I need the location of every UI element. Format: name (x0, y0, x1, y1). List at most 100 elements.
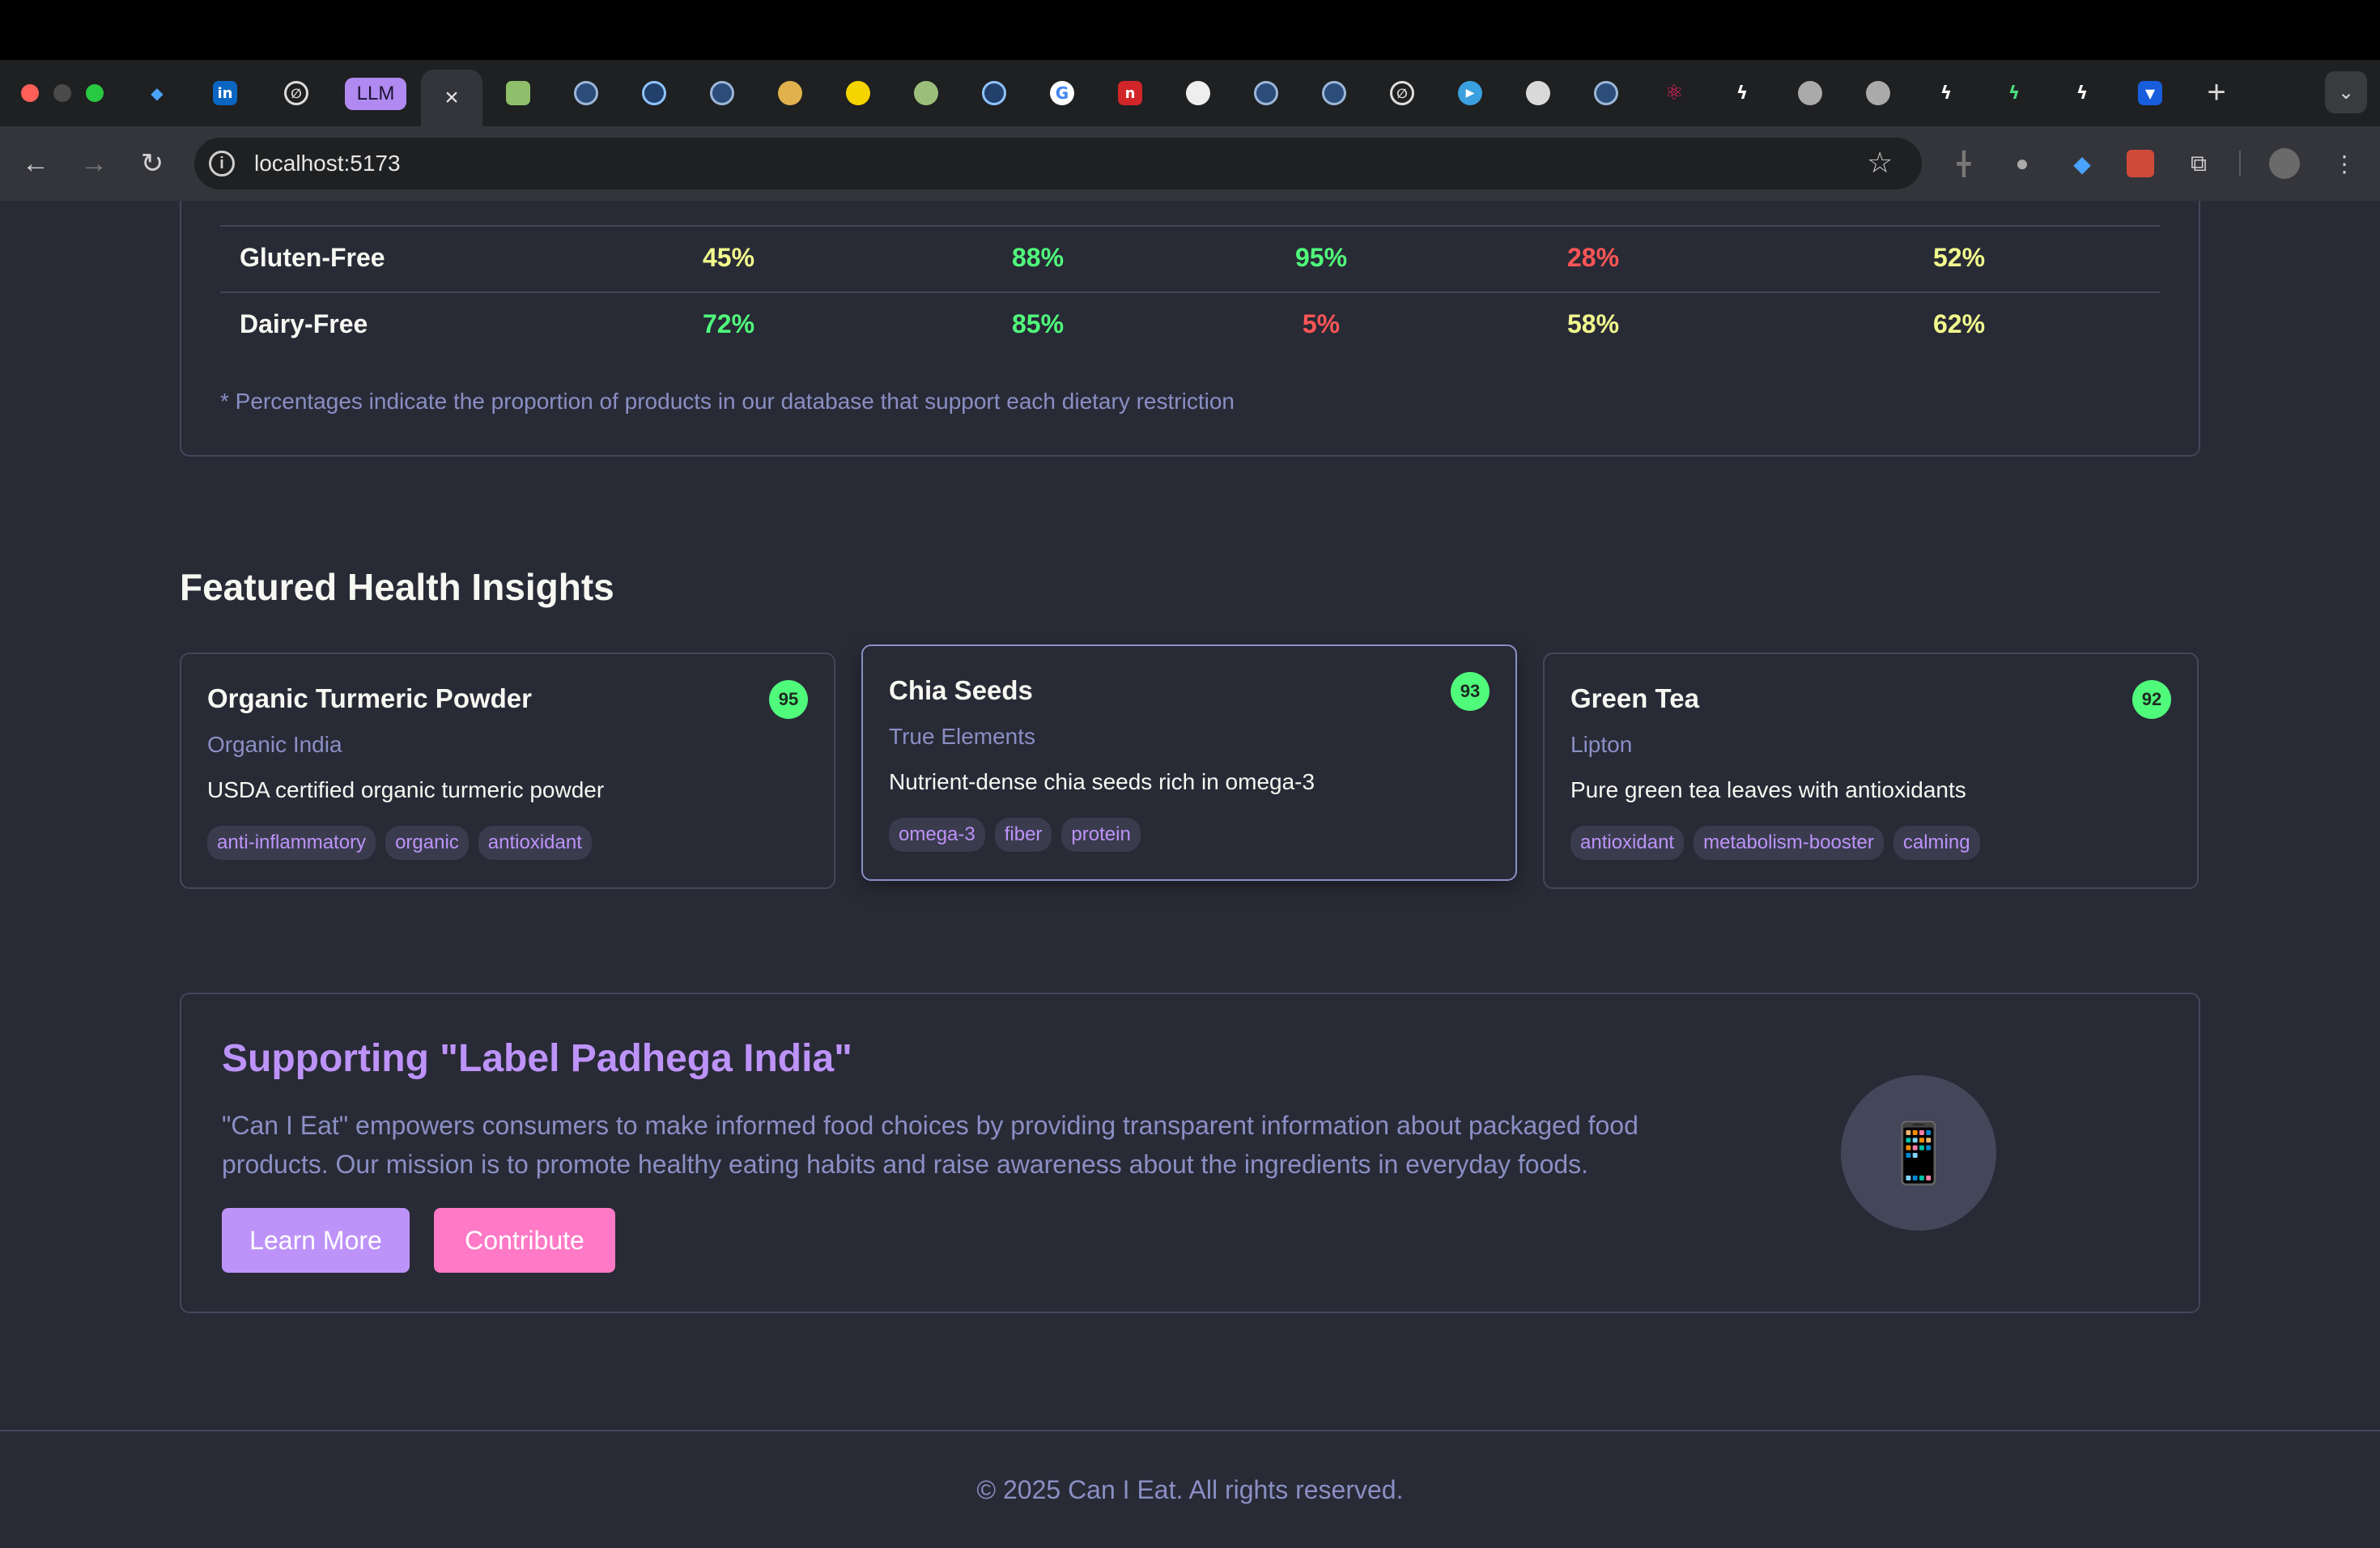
product-brand: True Elements (889, 724, 1036, 749)
globe-icon (1798, 81, 1822, 105)
diet-percentage: 58% (1566, 309, 1620, 338)
flower-icon (778, 81, 802, 105)
product-description: Pure green tea leaves with antioxidants (1570, 777, 1966, 802)
tab-globe-1[interactable] (1776, 74, 1844, 112)
minimize-window-button[interactable] (53, 84, 71, 102)
tab-loop-2[interactable]: ∅ (1368, 74, 1436, 112)
product-name: Organic Turmeric Powder (207, 683, 532, 713)
reload-button[interactable]: ↻ (133, 144, 172, 183)
tab-avatar-2[interactable] (688, 74, 756, 112)
table-row: Dairy-Free 72% 85% 5% 58% 62% (220, 291, 2160, 358)
image-icon (506, 81, 530, 105)
diet-percentage: 62% (1932, 309, 1986, 338)
wave-icon (982, 81, 1006, 105)
product-brand: Organic India (207, 732, 342, 757)
tab-avatar-1[interactable] (552, 74, 620, 112)
tab-bolt-3[interactable]: ϟ (1980, 74, 2048, 112)
tab-llm[interactable]: LLM (345, 78, 406, 110)
product-card[interactable]: Organic Turmeric Powder 95 Organic India… (180, 653, 835, 889)
diet-percentage: 85% (1011, 309, 1065, 338)
tab-bolt-4[interactable]: ϟ (2048, 74, 2116, 112)
tag: anti-inflammatory (207, 826, 376, 860)
close-window-button[interactable] (21, 84, 39, 102)
tab-bolt-1[interactable]: ϟ (1708, 74, 1776, 112)
tab-google[interactable]: G (1028, 74, 1096, 112)
tag: organic (385, 826, 469, 860)
tab-image[interactable] (484, 74, 552, 112)
contribute-button[interactable]: Contribute (434, 1208, 615, 1273)
extension-red-icon[interactable] (2124, 147, 2157, 180)
bolt-icon: ϟ (1940, 83, 1953, 104)
diet-percentage: 72% (702, 309, 755, 338)
diet-percentage: 5% (1302, 309, 1341, 338)
extension-crosshair-icon[interactable]: ╋ (1948, 147, 1980, 180)
tab-avatar-4[interactable] (1300, 74, 1368, 112)
tab-globe-2[interactable] (1844, 74, 1912, 112)
extension-gem-icon[interactable]: ◆ (2066, 147, 2098, 180)
person-icon (1526, 81, 1550, 105)
avatar-icon (1254, 81, 1278, 105)
tab-person[interactable] (1504, 74, 1572, 112)
product-card[interactable]: Chia Seeds 93 True Elements Nutrient-den… (861, 644, 1517, 881)
google-icon: G (1050, 81, 1074, 105)
os-menu-bar (0, 0, 2380, 60)
extension-dropper-icon[interactable]: ● (2006, 147, 2038, 180)
product-card[interactable]: Green Tea 92 Lipton Pure green tea leave… (1543, 653, 2199, 889)
tag-list: antioxidant metabolism-booster calming (1570, 826, 1980, 860)
forward-button[interactable]: → (74, 144, 113, 183)
diet-percentage: 52% (1932, 243, 1986, 272)
tab-bolt-2[interactable]: ϟ (1912, 74, 1980, 112)
tab-flower[interactable] (756, 74, 824, 112)
new-tab-button[interactable]: + (2199, 74, 2234, 110)
mission-card: Supporting "Label Padhega India" "Can I … (180, 993, 2200, 1313)
tab-github[interactable] (1164, 74, 1232, 112)
avatar-icon (710, 81, 734, 105)
tab-n[interactable]: n (1096, 74, 1164, 112)
tab-loop[interactable]: ∅ (262, 74, 330, 112)
tag: calming (1893, 826, 1980, 860)
tab-linkedin[interactable]: in (191, 74, 259, 112)
tag: metabolism-booster (1694, 826, 1884, 860)
bookmark-star-icon[interactable]: ☆ (1867, 146, 1893, 180)
tag: omega-3 (889, 818, 985, 852)
box-icon (1594, 81, 1618, 105)
tab-play[interactable]: ▶ (1436, 74, 1504, 112)
tab-wave-1[interactable] (620, 74, 688, 112)
browser-menu-icon[interactable]: ⋮ (2328, 147, 2361, 180)
tag-list: omega-3 fiber protein (889, 818, 1141, 852)
address-bar[interactable] (194, 138, 1922, 189)
loop-icon: ∅ (1390, 81, 1414, 105)
logo-icon (914, 81, 938, 105)
diet-percentage: 95% (1294, 243, 1348, 272)
tab-gem[interactable]: ◆ (123, 74, 191, 112)
extensions-puzzle-icon[interactable]: ⧉ (2182, 147, 2215, 180)
page-content: Gluten-Free 45% 88% 95% 28% 52% Dairy-Fr… (0, 201, 2380, 1548)
site-info-icon[interactable]: i (209, 151, 235, 176)
tab-avatar-3[interactable] (1232, 74, 1300, 112)
diet-percentage: 88% (1011, 243, 1065, 272)
gem-icon: ◆ (151, 83, 164, 103)
bolt-icon: ϟ (1736, 83, 1749, 104)
tag: antioxidant (478, 826, 592, 860)
profile-avatar-icon[interactable] (2268, 147, 2301, 180)
footer-divider (0, 1430, 2380, 1431)
active-tab[interactable]: × (421, 70, 482, 126)
close-tab-icon[interactable]: × (444, 84, 459, 112)
table-footnote: * Percentages indicate the proportion of… (220, 389, 1235, 414)
tab-bitwarden[interactable]: ▼ (2116, 74, 2184, 112)
footer-copyright: © 2025 Can I Eat. All rights reserved. (976, 1475, 1404, 1504)
tab-box[interactable] (1572, 74, 1640, 112)
tag: fiber (994, 818, 1052, 852)
tab-llm-label: LLM (356, 83, 395, 104)
back-button[interactable]: ← (16, 144, 55, 183)
tab-badge[interactable] (824, 74, 892, 112)
maximize-window-button[interactable] (86, 84, 104, 102)
tab-wave-2[interactable] (960, 74, 1028, 112)
tab-react[interactable]: ⚛ (1640, 74, 1708, 112)
url-text[interactable]: localhost:5173 (254, 151, 401, 176)
bolt-icon: ϟ (2008, 83, 2021, 104)
diet-percentage: 45% (702, 243, 755, 272)
tab-search-button[interactable]: ⌄ (2325, 71, 2367, 113)
learn-more-button[interactable]: Learn More (222, 1208, 410, 1273)
tab-logo[interactable] (892, 74, 960, 112)
